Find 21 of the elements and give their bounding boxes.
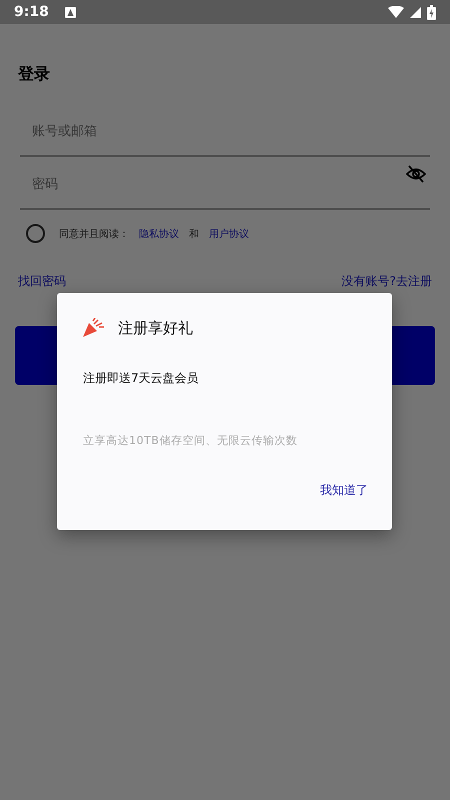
agreement-text: 同意并且阅读： — [59, 228, 129, 240]
status-time: 9:18 — [14, 4, 49, 20]
wifi-icon — [388, 6, 404, 18]
page-title: 登录 — [18, 64, 51, 85]
dialog-ok-button[interactable]: 我知道了 — [320, 478, 368, 503]
eye-off-icon[interactable] — [406, 165, 426, 183]
agree-checkbox[interactable] — [26, 224, 45, 243]
notification-icon — [64, 6, 76, 18]
signal-icon — [410, 6, 421, 18]
party-popper-icon — [83, 318, 105, 338]
conjunction-text: 和 — [189, 228, 199, 240]
password-field[interactable]: 密码 — [20, 160, 430, 210]
account-field[interactable]: 账号或邮箱 — [20, 107, 430, 157]
dialog-detail: 立享高达10TB储存空间、无限云传输次数 — [83, 433, 298, 448]
register-link[interactable]: 没有账号?去注册 — [342, 273, 432, 290]
battery-icon — [427, 4, 436, 20]
dialog-message: 注册即送7天云盘会员 — [83, 370, 200, 387]
privacy-link[interactable]: 隐私协议 — [139, 226, 179, 240]
user-agreement-link[interactable]: 用户协议 — [209, 226, 249, 240]
dialog-title: 注册享好礼 — [118, 318, 193, 338]
forgot-password-link[interactable]: 找回密码 — [18, 273, 66, 290]
